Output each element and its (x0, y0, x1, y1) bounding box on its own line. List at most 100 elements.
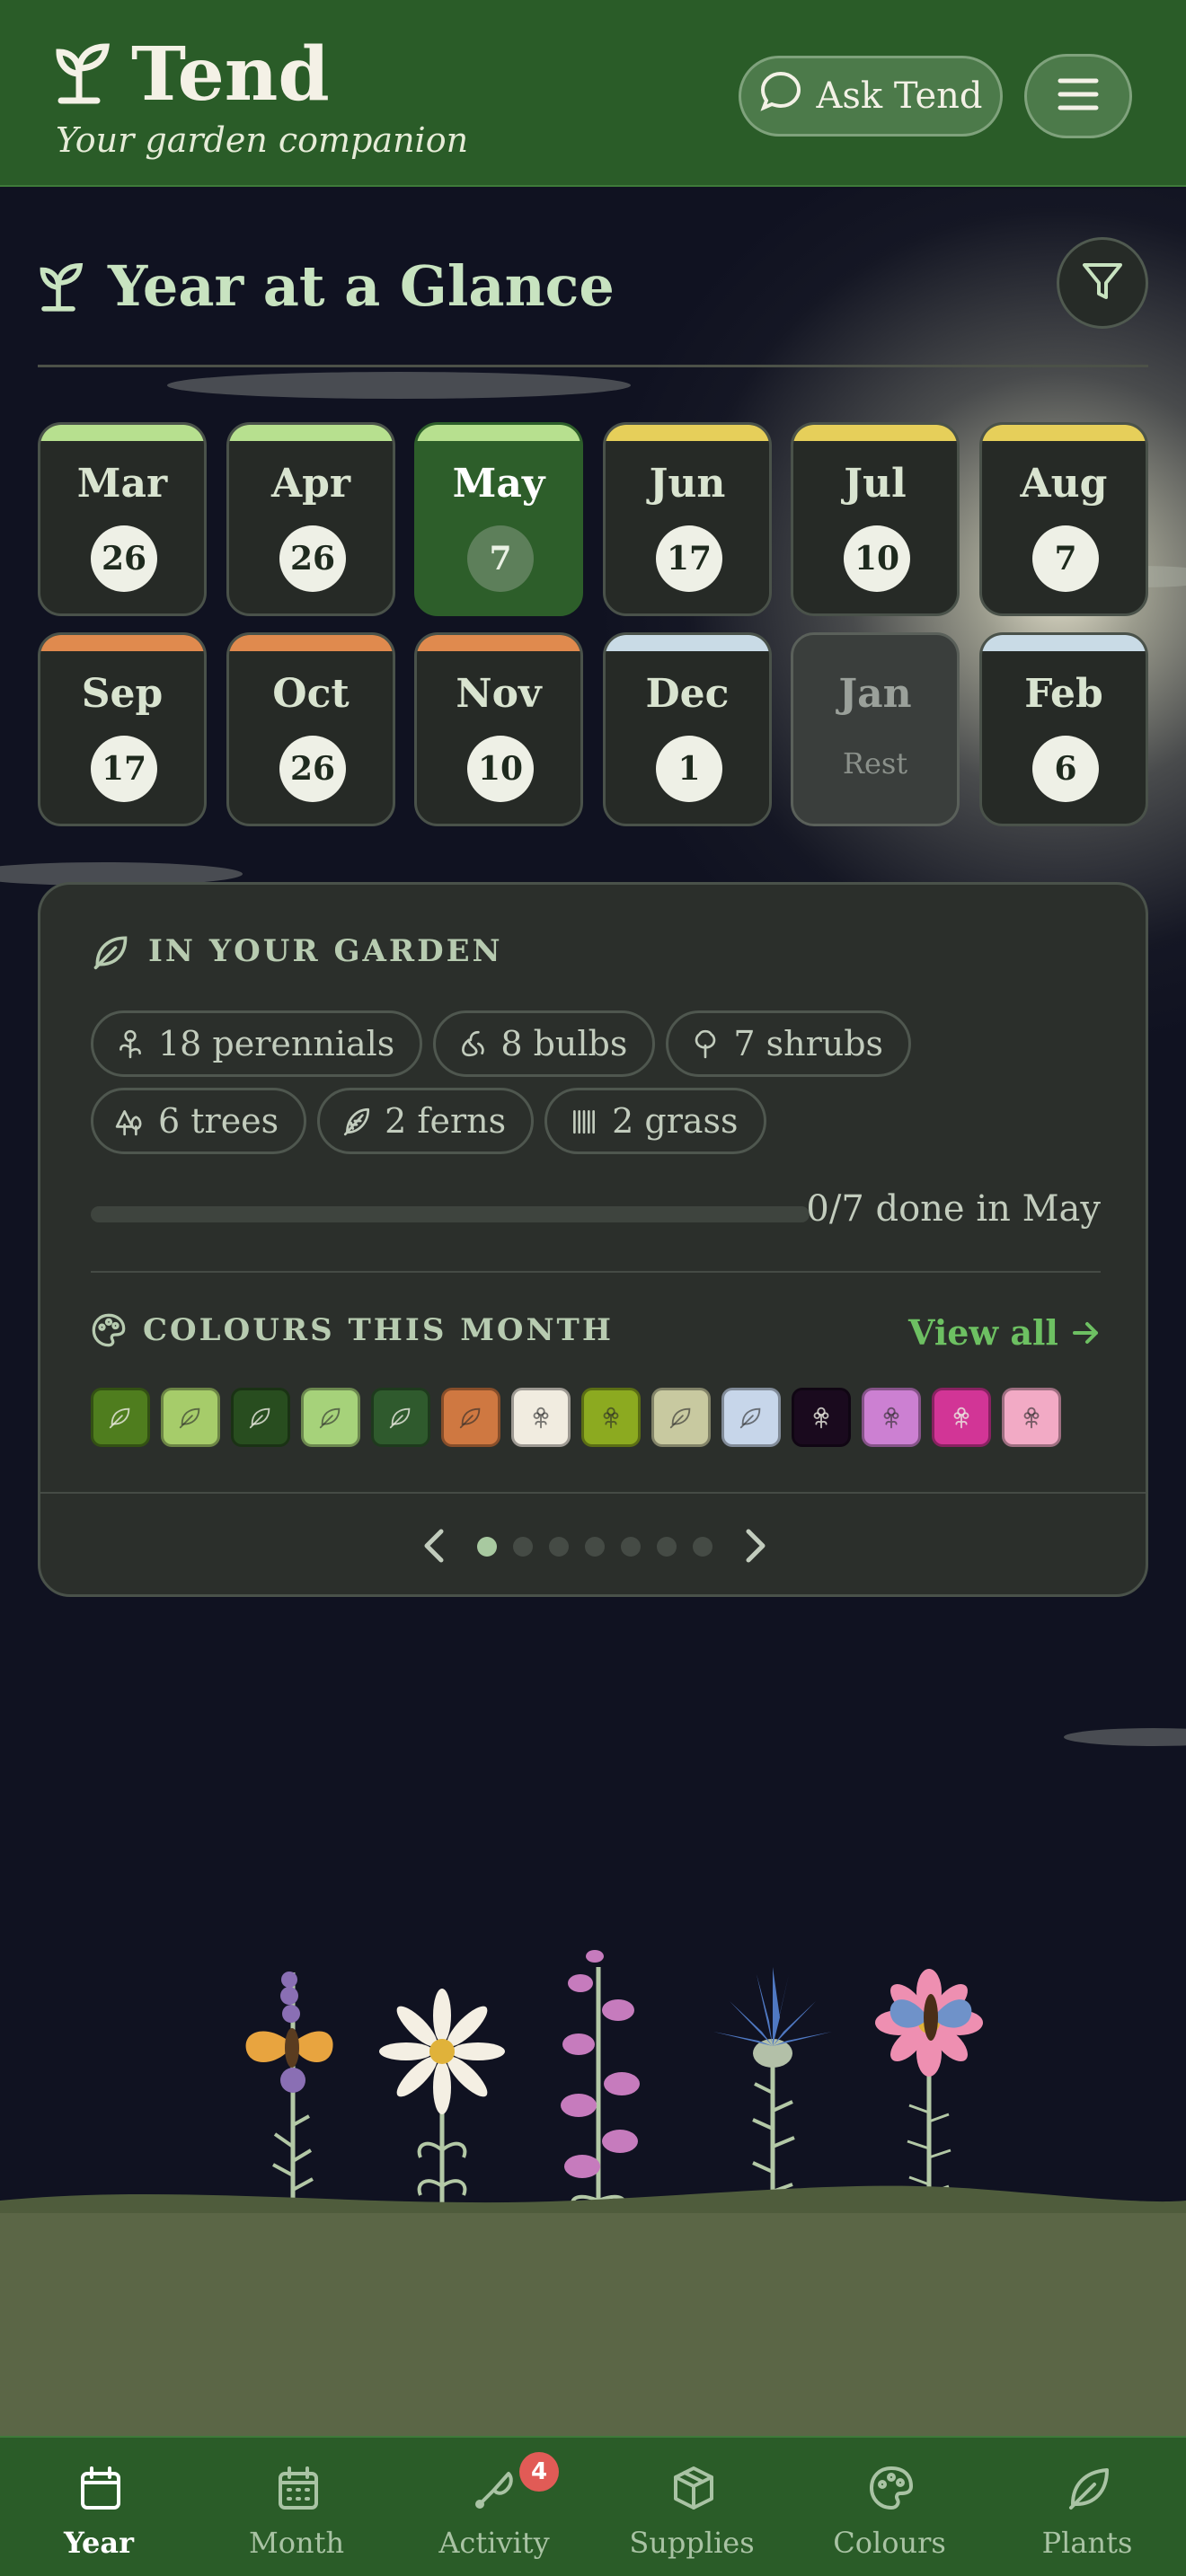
nav-label: Month (248, 2526, 345, 2560)
task-count-badge: 26 (91, 525, 157, 592)
garden-heading-text: IN YOUR GARDEN (148, 933, 503, 969)
divider (40, 1492, 1146, 1494)
plant-type-chip[interactable]: 2 ferns (317, 1088, 535, 1154)
nav-label: Plants (1041, 2526, 1133, 2560)
colour-swatch[interactable] (161, 1388, 220, 1447)
task-count-badge: 17 (656, 525, 722, 592)
leaf-icon (91, 931, 130, 971)
task-count-badge: 10 (467, 736, 534, 802)
app-header: Tend Your garden companion Ask Tend (0, 0, 1186, 187)
season-bar (982, 635, 1146, 651)
month-card-oct[interactable]: Oct 26 (226, 632, 395, 826)
ask-tend-button[interactable]: Ask Tend (739, 56, 1003, 137)
palette-icon (866, 2463, 916, 2513)
colour-swatch[interactable] (651, 1388, 711, 1447)
chip-label: 8 bulbs (500, 1024, 628, 1063)
section-header: Year at a Glance (40, 253, 615, 319)
month-progress: 0/7 done in May (91, 1188, 1101, 1242)
leaf-icon (457, 1404, 484, 1431)
colour-swatch[interactable] (511, 1388, 571, 1447)
month-card-sep[interactable]: Sep 17 (38, 632, 207, 826)
task-count-badge: 26 (279, 736, 346, 802)
nav-label: Year (63, 2526, 134, 2560)
app-subtitle: Your garden companion (56, 120, 469, 160)
page-dot[interactable] (657, 1537, 677, 1557)
rest-label: Rest (842, 746, 908, 781)
nav-plants[interactable]: Plants (988, 2438, 1186, 2576)
month-card-dec[interactable]: Dec 1 (603, 632, 772, 826)
filter-icon (1081, 260, 1124, 306)
plant-type-chip[interactable]: 7 shrubs (666, 1010, 912, 1077)
plant-type-chip[interactable]: 8 bulbs (433, 1010, 656, 1077)
task-count-badge: 17 (91, 736, 157, 802)
nav-label: Colours (833, 2526, 946, 2560)
plant-type-chip[interactable]: 2 grass (544, 1088, 766, 1154)
nav-year[interactable]: Year (0, 2438, 198, 2576)
view-all-link[interactable]: View all (908, 1312, 1102, 1353)
plant-type-chip[interactable]: 18 perennials (91, 1010, 423, 1077)
bulb-icon (457, 1028, 488, 1059)
month-name: Oct (272, 671, 350, 717)
leaf-icon (668, 1404, 695, 1431)
chip-label: 6 trees (158, 1101, 279, 1141)
month-name: Aug (1020, 461, 1108, 507)
colour-swatch[interactable] (301, 1388, 360, 1447)
plant-type-chip[interactable]: 6 trees (91, 1088, 307, 1154)
task-count-badge: 7 (1032, 525, 1099, 592)
nav-activity[interactable]: Activity 4 (395, 2438, 593, 2576)
month-card-may[interactable]: May 7 (414, 422, 583, 616)
page-dot[interactable] (477, 1537, 497, 1557)
filter-button[interactable] (1057, 237, 1148, 329)
flower-icon (1018, 1404, 1045, 1431)
month-card-feb[interactable]: Feb 6 (979, 632, 1148, 826)
colour-swatch[interactable] (441, 1388, 500, 1447)
leaf-icon (177, 1404, 204, 1431)
ask-tend-label: Ask Tend (816, 75, 983, 117)
month-card-jul[interactable]: Jul 10 (791, 422, 960, 616)
page-dot[interactable] (585, 1537, 605, 1557)
section-title: Year at a Glance (108, 253, 615, 319)
month-card-apr[interactable]: Apr 26 (226, 422, 395, 616)
page-dot[interactable] (693, 1537, 712, 1557)
colour-swatch[interactable] (862, 1388, 921, 1447)
card-pager (40, 1504, 1146, 1594)
season-bar (606, 635, 769, 651)
colour-swatch[interactable] (231, 1388, 290, 1447)
previous-page-button[interactable] (418, 1521, 448, 1575)
month-name: Jan (838, 671, 912, 717)
page-dot[interactable] (549, 1537, 569, 1557)
nav-colours[interactable]: Colours (791, 2438, 988, 2576)
month-card-mar[interactable]: Mar 26 (38, 422, 207, 616)
colour-swatch[interactable] (1002, 1388, 1061, 1447)
bottom-navigation: Year Month Activity 4 Supplies Colours Plants (0, 2436, 1186, 2576)
colour-swatch[interactable] (932, 1388, 991, 1447)
month-card-aug[interactable]: Aug 7 (979, 422, 1148, 616)
colour-swatches (91, 1388, 1061, 1447)
palette-icon (91, 1312, 127, 1348)
month-card-nov[interactable]: Nov 10 (414, 632, 583, 826)
colour-swatch[interactable] (792, 1388, 851, 1447)
colour-swatch[interactable] (581, 1388, 641, 1447)
menu-button[interactable] (1024, 54, 1132, 138)
season-bar (229, 635, 393, 651)
colour-swatch[interactable] (91, 1388, 150, 1447)
nav-supplies[interactable]: Supplies (593, 2438, 791, 2576)
progress-text: 0/7 done in May (806, 1188, 1101, 1230)
colour-swatch[interactable] (371, 1388, 430, 1447)
page-dot[interactable] (621, 1537, 641, 1557)
month-card-jan[interactable]: Jan Rest (791, 632, 960, 826)
colour-swatch[interactable] (721, 1388, 781, 1447)
task-count-badge: 6 (1032, 736, 1099, 802)
month-name: Jul (844, 461, 907, 507)
plant-type-chips: 18 perennials 8 bulbs 7 shrubs 6 trees 2 fer… (91, 1010, 1106, 1154)
nav-month[interactable]: Month (198, 2438, 395, 2576)
next-page-button[interactable] (741, 1521, 772, 1575)
month-name: Apr (270, 461, 351, 507)
month-card-jun[interactable]: Jun 17 (603, 422, 772, 616)
cloud (167, 372, 631, 399)
ground (0, 2213, 1186, 2438)
trowel-icon (471, 2463, 521, 2513)
page-dot[interactable] (513, 1537, 533, 1557)
grass-icon (569, 1106, 599, 1136)
month-name: Sep (81, 671, 164, 717)
